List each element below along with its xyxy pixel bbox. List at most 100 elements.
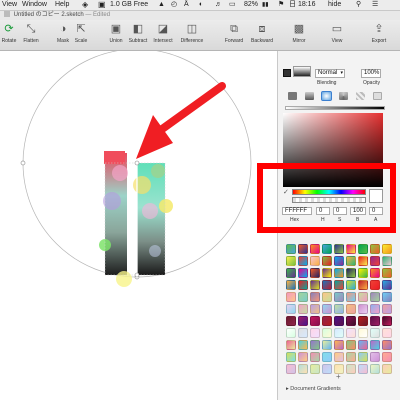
noise-fill-tab[interactable] [373, 92, 382, 100]
preset-gradient-swatch[interactable] [286, 268, 296, 278]
preset-gradient-swatch[interactable] [358, 316, 368, 326]
fill-preview-swatch[interactable] [293, 66, 311, 77]
wifi-icon[interactable]: ◐ [199, 0, 203, 10]
preset-gradient-swatch[interactable] [286, 352, 296, 362]
rotate-button[interactable]: ⟳ Rotate [1, 22, 17, 44]
preset-gradient-swatch[interactable] [382, 304, 392, 314]
flatten-button[interactable]: ⤡ Flatten [20, 22, 42, 44]
forward-button[interactable]: ⧉ Forward [222, 22, 246, 44]
preset-gradient-swatch[interactable] [322, 304, 332, 314]
preset-gradient-swatch[interactable] [346, 352, 356, 362]
preset-gradient-swatch[interactable] [334, 328, 344, 338]
linear-gradient-tab[interactable] [305, 92, 314, 100]
preset-gradient-swatch[interactable] [310, 316, 320, 326]
angular-gradient-tab[interactable] [339, 92, 348, 100]
view-button[interactable]: ▭ View [328, 22, 346, 44]
preset-gradient-swatch[interactable] [334, 340, 344, 350]
preset-gradient-swatch[interactable] [322, 364, 332, 374]
canvas[interactable] [0, 48, 276, 400]
preset-gradient-swatch[interactable] [370, 292, 380, 302]
preset-gradient-swatch[interactable] [346, 304, 356, 314]
preset-gradient-swatch[interactable] [310, 328, 320, 338]
preset-gradient-swatch[interactable] [310, 292, 320, 302]
preset-gradient-swatch[interactable] [298, 256, 308, 266]
preset-gradient-swatch[interactable] [346, 364, 356, 374]
preset-gradient-swatch[interactable] [346, 292, 356, 302]
gradient-shape[interactable] [99, 151, 173, 287]
volume-icon[interactable]: ♬ [215, 0, 222, 10]
preset-gradient-swatch[interactable] [358, 280, 368, 290]
preset-gradient-swatch[interactable] [286, 304, 296, 314]
preset-gradient-swatch[interactable] [322, 328, 332, 338]
difference-button[interactable]: ◫ Difference [177, 22, 207, 44]
preset-gradient-swatch[interactable] [334, 316, 344, 326]
pattern-fill-tab[interactable] [356, 92, 365, 100]
preset-gradient-swatch[interactable] [382, 352, 392, 362]
alpha-field[interactable]: 0 [369, 207, 383, 215]
preset-gradient-swatch[interactable] [334, 268, 344, 278]
preset-gradient-swatch[interactable] [286, 316, 296, 326]
preset-gradient-swatch[interactable] [310, 280, 320, 290]
preset-gradient-swatch[interactable] [298, 364, 308, 374]
preset-gradient-swatch[interactable] [286, 256, 296, 266]
preset-gradient-swatch[interactable] [298, 244, 308, 254]
intersect-button[interactable]: ◪ Intersect [151, 22, 175, 44]
preset-gradient-swatch[interactable] [298, 328, 308, 338]
preset-gradient-swatch[interactable] [322, 340, 332, 350]
menu-help[interactable]: Help [55, 0, 69, 10]
preset-gradient-swatch[interactable] [382, 328, 392, 338]
menu-view[interactable]: View [2, 0, 17, 10]
preset-gradient-swatch[interactable] [310, 244, 320, 254]
backward-button[interactable]: ⧈ Backward [248, 22, 276, 44]
preset-gradient-swatch[interactable] [286, 364, 296, 374]
mask-button[interactable]: ◑ Mask [56, 22, 70, 44]
preset-gradient-swatch[interactable] [286, 292, 296, 302]
list-icon[interactable]: ☰ [372, 0, 378, 10]
preset-gradient-swatch[interactable] [382, 280, 392, 290]
preset-gradient-swatch[interactable] [298, 292, 308, 302]
preset-gradient-swatch[interactable] [358, 256, 368, 266]
preset-gradient-swatch[interactable] [346, 256, 356, 266]
subtract-button[interactable]: ◧ Subtract [127, 22, 149, 44]
radial-gradient-tab[interactable] [321, 91, 332, 101]
preset-gradient-swatch[interactable] [358, 364, 368, 374]
evernote-icon[interactable]: ▲ [158, 0, 165, 10]
preset-gradient-swatch[interactable] [370, 268, 380, 278]
preset-gradient-swatch[interactable] [334, 352, 344, 362]
preset-gradient-swatch[interactable] [382, 340, 392, 350]
preset-gradient-swatch[interactable] [346, 280, 356, 290]
eyedropper-icon[interactable]: ✓ [283, 189, 290, 196]
preset-gradient-swatch[interactable] [322, 280, 332, 290]
color-preview-swatch[interactable] [369, 189, 383, 203]
preset-gradient-swatch[interactable] [286, 340, 296, 350]
preset-gradient-swatch[interactable] [382, 256, 392, 266]
add-gradient-icon[interactable]: + [336, 372, 341, 381]
preset-gradient-swatch[interactable] [322, 256, 332, 266]
search-icon[interactable]: ⚲ [356, 0, 361, 10]
preset-gradient-swatch[interactable] [310, 304, 320, 314]
preset-gradient-swatch[interactable] [370, 304, 380, 314]
preset-gradient-swatch[interactable] [370, 328, 380, 338]
preset-gradient-swatch[interactable] [358, 328, 368, 338]
preset-gradient-swatch[interactable] [322, 244, 332, 254]
preset-gradient-swatch[interactable] [298, 316, 308, 326]
dropbox-icon[interactable]: ◈ [82, 0, 88, 10]
mirror-button[interactable]: ▩ Mirror [289, 22, 309, 44]
preset-gradient-swatch[interactable] [346, 244, 356, 254]
preset-gradient-swatch[interactable] [370, 352, 380, 362]
preset-gradient-swatch[interactable] [370, 256, 380, 266]
preset-gradient-swatch[interactable] [358, 292, 368, 302]
preset-gradient-swatch[interactable] [310, 364, 320, 374]
preset-gradient-swatch[interactable] [382, 316, 392, 326]
hue-field[interactable]: 0 [316, 207, 330, 215]
export-button[interactable]: ⇪ Export [368, 22, 390, 44]
preset-gradient-swatch[interactable] [346, 316, 356, 326]
preset-gradient-swatch[interactable] [298, 280, 308, 290]
preset-gradient-swatch[interactable] [370, 364, 380, 374]
saturation-field[interactable]: 0 [333, 207, 347, 215]
preset-gradient-swatch[interactable] [334, 292, 344, 302]
preset-gradient-swatch[interactable] [358, 244, 368, 254]
color-picker-square[interactable] [283, 113, 383, 187]
preset-gradient-swatch[interactable] [298, 268, 308, 278]
preset-gradient-swatch[interactable] [298, 340, 308, 350]
